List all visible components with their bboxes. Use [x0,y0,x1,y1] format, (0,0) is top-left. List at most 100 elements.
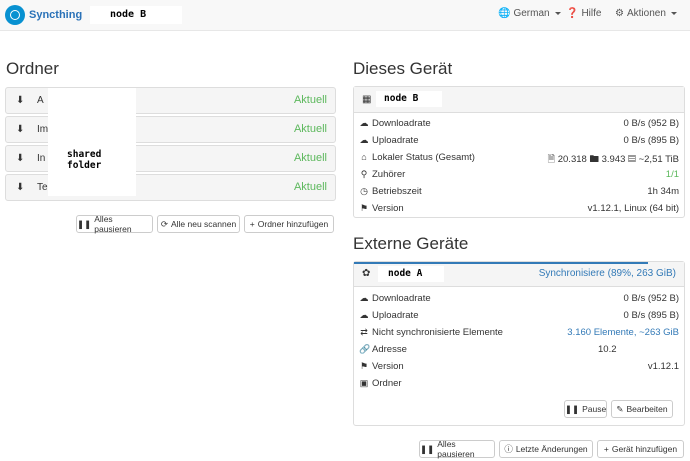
row-label: Uploadrate [372,310,419,321]
this-device-title: Dieses Gerät [353,59,453,78]
folder-name-redaction: shared folder [48,88,136,196]
device-name-redaction: node B [376,91,442,107]
download-icon: ⬇ [16,124,25,135]
refresh-icon: ⟳ [160,218,168,229]
row-value[interactable]: 1/1 [666,169,679,180]
files-count: 20.318 [557,154,587,165]
this-device-name: node B [384,93,419,104]
row-label: Lokaler Status (Gesamt) [372,152,475,163]
rescan-all-button[interactable]: ⟳ Alle neu scannen [157,215,240,233]
recent-changes-button[interactable]: ⓘ Letzte Änderungen [499,440,593,458]
folder-status: Aktuell [293,181,327,193]
tag-icon: ⚑ [359,361,369,371]
pause-all-label: Alles pausieren [437,439,475,459]
globe-icon: 🌐 [498,8,511,19]
row-label: Downloadrate [372,118,431,129]
syncthing-logo-icon [5,5,25,25]
folder-status: Aktuell [293,94,327,106]
this-device-header[interactable]: ▦ node B [354,87,684,113]
row-value: 0 B/s (952 B) [623,118,679,129]
version-row: ⚑ Version v1.12.1 [354,359,684,375]
row-label: Downloadrate [372,293,431,304]
version-row: ⚑ Version v1.12.1, Linux (64 bit) [354,201,684,217]
caret-down-icon [554,12,561,15]
row-label: Adresse [372,344,407,355]
folders-title: Ordner [6,59,59,78]
edit-label: Bearbeiten [626,404,668,414]
exchange-icon: ⇄ [360,327,368,337]
help-label: Hilfe [581,8,602,19]
cloud-download-icon: ☁ [359,293,369,303]
row-value: 1h 34m [647,186,679,197]
download-rate-row: ☁ Downloadrate 0 B/s (952 B) [354,116,684,132]
folder-icon: 🖿 [589,154,599,165]
device-name-redaction: node B [90,6,182,24]
help-menu[interactable]: ❓ Hilfe [566,8,601,19]
plus-icon: + [603,444,609,454]
row-label: Version [372,361,404,372]
pause-icon: ❚❚ [564,403,580,414]
this-device-panel: ▦ node B ☁ Downloadrate 0 B/s (952 B) ☁ … [353,86,685,218]
plus-icon: + [249,219,255,229]
hdd-icon: ▤ [628,154,636,165]
download-icon: ⬇ [16,182,25,193]
pause-device-button[interactable]: ❚❚ Pause [564,400,607,418]
upload-rate-row: ☁ Uploadrate 0 B/s (895 B) [354,308,684,324]
download-icon: ⬇ [16,95,25,106]
home-icon: ⌂ [361,152,367,162]
qr-icon: ▦ [362,94,372,105]
local-state-row: ⌂ Lokaler Status (Gesamt) 🗎 20.318 🖿 3.9… [354,150,684,166]
brand-name: Syncthing [29,9,83,21]
redaction-label: shared folder [67,149,102,171]
folder-name: Te [37,182,48,193]
row-label: Zuhörer [372,169,406,180]
remote-device-header[interactable]: ✿ node A Synchronisiere (89%, 263 GiB) [354,262,684,287]
row-value: 0 B/s (895 B) [623,135,679,146]
language-menu[interactable]: 🌐 German [498,8,561,19]
pause-all-devices-button[interactable]: ❚❚ Alles pausieren [419,439,495,459]
clock-icon: ◷ [360,186,368,196]
uptime-row: ◷ Betriebszeit 1h 34m [354,184,684,200]
folder-icon: ▣ [359,378,369,388]
add-device-label: Gerät hinzufügen [611,444,678,454]
row-label: Betriebszeit [372,186,422,197]
tag-icon: ⚑ [359,203,369,213]
local-state-values: 🗎 20.318 🖿 3.943 ▤ ~2,51 TiB [547,152,679,168]
sitemap-icon: ⚲ [360,169,368,179]
rescan-all-label: Alle neu scannen [170,219,237,229]
remote-device-panel: ✿ node A Synchronisiere (89%, 263 GiB) ☁… [353,261,685,426]
pause-icon: ❚❚ [77,218,92,229]
row-value: v1.12.1 [647,361,679,372]
server-icon: ✿ [362,268,371,279]
navbar: Syncthing node B 🌐 German ❓ Hilfe ⚙ Akti… [0,0,690,31]
folder-name: In [37,153,46,164]
out-of-sync-row: ⇄ Nicht synchronisierte Elemente 3.160 E… [354,325,684,341]
out-of-sync-link[interactable]: 3.160 Elemente, ~263 GiB [567,327,679,338]
pause-icon: ❚❚ [420,443,435,454]
cloud-download-icon: ☁ [359,118,369,128]
remote-device-name: node A [388,268,423,279]
pause-all-folders-button[interactable]: ❚❚ Alles pausieren [76,214,153,234]
row-label: Version [372,203,404,214]
add-device-button[interactable]: + Gerät hinzufügen [597,440,684,458]
row-label: Ordner [372,378,402,389]
dirs-count: 3.943 [601,154,626,165]
add-folder-label: Ordner hinzufügen [257,219,329,229]
pencil-icon: ✎ [616,403,624,414]
actions-menu[interactable]: ⚙ Aktionen [615,8,677,19]
row-value: 0 B/s (952 B) [623,293,679,304]
cloud-upload-icon: ☁ [359,310,369,320]
caret-down-icon [670,12,677,15]
download-rate-row: ☁ Downloadrate 0 B/s (952 B) [354,291,684,307]
folder-name: Im [37,124,49,135]
language-label: German [513,8,550,19]
navbar-device-name: node B [110,9,147,20]
edit-device-button[interactable]: ✎ Bearbeiten [611,400,673,418]
brand[interactable]: Syncthing [5,5,82,25]
link-icon: 🔗 [359,344,371,354]
add-folder-button[interactable]: + Ordner hinzufügen [244,215,334,233]
download-icon: ⬇ [16,153,25,164]
row-label: Uploadrate [372,135,419,146]
row-value: v1.12.1, Linux (64 bit) [587,203,679,214]
sync-status: Synchronisiere (89%, 263 GiB) [538,268,676,279]
